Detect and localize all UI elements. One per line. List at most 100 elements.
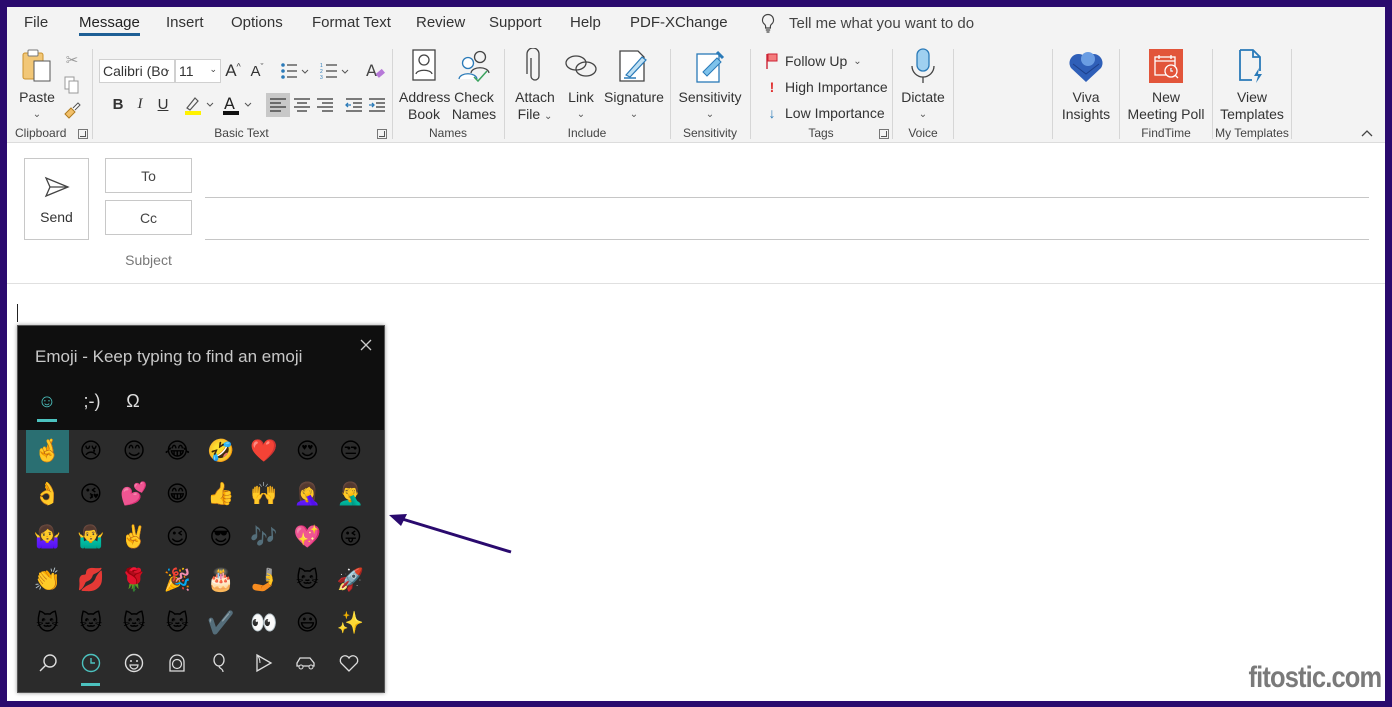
tab-message[interactable]: Message [79, 14, 140, 36]
underline-button[interactable]: U [154, 93, 172, 115]
high-importance-button[interactable]: ! High Importance [765, 79, 888, 95]
close-icon[interactable] [358, 337, 374, 353]
emoji-cell[interactable]: 😃 [286, 602, 329, 645]
viva-insights-button[interactable]: Viva Insights [1057, 47, 1115, 123]
emoji-cell[interactable]: 👀 [243, 602, 286, 645]
tab-review[interactable]: Review [416, 14, 465, 31]
align-center-button[interactable] [290, 93, 314, 117]
align-left-button[interactable] [266, 93, 290, 117]
tab-options[interactable]: Options [231, 14, 283, 31]
emoji-cell[interactable]: 🤦‍♀️ [286, 473, 329, 516]
view-templates-button[interactable]: View Templates [1217, 47, 1287, 123]
signature-button[interactable]: Signature ⌄ [603, 47, 665, 123]
shrink-font-button[interactable]: Aˇ [247, 59, 267, 83]
emoji-cell[interactable]: ✨ [329, 602, 372, 645]
to-input[interactable] [205, 163, 1369, 197]
tab-file[interactable]: File [24, 14, 48, 31]
cut-button[interactable]: ✂ [63, 51, 81, 69]
tab-symbols[interactable]: Ω [120, 388, 146, 414]
emoji-cell[interactable]: 👍 [199, 473, 242, 516]
address-book-button[interactable]: Address Book [399, 47, 450, 123]
decrease-indent-button[interactable] [342, 93, 366, 117]
italic-button[interactable]: I [131, 93, 149, 115]
tab-emoji[interactable]: ☺ [34, 388, 60, 422]
emoji-cell[interactable]: 🤷‍♀️ [26, 516, 69, 559]
tab-support[interactable]: Support [489, 14, 542, 31]
cc-button[interactable]: Cc [105, 200, 192, 235]
category-search[interactable] [26, 648, 69, 678]
emoji-cell[interactable]: 🎂 [199, 559, 242, 602]
check-names-button[interactable]: Check Names [451, 47, 497, 123]
emoji-cell[interactable]: 🐱 [113, 602, 156, 645]
send-button[interactable]: Send [24, 158, 89, 240]
emoji-cell[interactable]: 🎶 [243, 516, 286, 559]
format-painter-button[interactable] [62, 101, 82, 121]
grow-font-button[interactable]: A^ [223, 59, 243, 83]
numbering-button[interactable]: 123 [319, 59, 351, 83]
category-people[interactable] [155, 648, 198, 678]
attach-file-button[interactable]: Attach File ⌄ [511, 47, 559, 125]
tags-launcher-icon[interactable] [879, 129, 889, 139]
emoji-cell[interactable]: 😊 [113, 430, 156, 473]
emoji-cell[interactable]: 👌 [26, 473, 69, 516]
tab-help[interactable]: Help [570, 14, 601, 31]
font-size-dropdown[interactable]: 11 ⌄ [175, 59, 221, 83]
font-name-dropdown[interactable]: Calibri (Bo ⌄ [99, 59, 175, 83]
basic-text-launcher-icon[interactable] [377, 129, 387, 139]
bullets-button[interactable] [279, 59, 311, 83]
bold-button[interactable]: B [109, 93, 127, 115]
category-symbols[interactable] [327, 648, 370, 678]
increase-indent-button[interactable] [365, 93, 389, 117]
highlight-color-button[interactable] [183, 93, 217, 117]
category-travel[interactable] [284, 648, 327, 678]
to-button[interactable]: To [105, 158, 192, 193]
copy-button[interactable] [63, 76, 81, 94]
emoji-cell[interactable]: 😍 [286, 430, 329, 473]
emoji-cell[interactable]: 🌹 [113, 559, 156, 602]
category-smileys[interactable] [112, 648, 155, 678]
font-color-button[interactable]: A [221, 93, 255, 117]
tab-format-text[interactable]: Format Text [312, 14, 391, 31]
dictate-button[interactable]: Dictate ⌄ [898, 47, 948, 123]
emoji-cell[interactable]: 💕 [113, 473, 156, 516]
emoji-cell[interactable]: 😂 [156, 430, 199, 473]
follow-up-button[interactable]: Follow Up ⌄ [765, 53, 862, 69]
tab-kaomoji[interactable]: ;-) [76, 388, 108, 414]
category-recent[interactable] [69, 648, 112, 686]
collapse-ribbon-icon[interactable] [1361, 129, 1373, 137]
emoji-cell[interactable]: 😜 [329, 516, 372, 559]
emoji-cell[interactable]: 🚀 [329, 559, 372, 602]
emoji-cell[interactable]: ✌️ [113, 516, 156, 559]
new-meeting-poll-button[interactable]: New Meeting Poll [1124, 47, 1208, 123]
emoji-cell[interactable]: 🤞 [26, 430, 69, 473]
emoji-cell[interactable]: 💖 [286, 516, 329, 559]
emoji-cell[interactable]: ❤️ [243, 430, 286, 473]
clear-formatting-button[interactable]: A [365, 59, 387, 83]
tab-insert[interactable]: Insert [166, 14, 204, 31]
emoji-cell[interactable]: 😎 [199, 516, 242, 559]
category-food[interactable] [241, 648, 284, 678]
tab-pdf-xchange[interactable]: PDF-XChange [630, 14, 728, 31]
emoji-cell[interactable]: 😘 [69, 473, 112, 516]
emoji-cell[interactable]: 🤣 [199, 430, 242, 473]
emoji-cell[interactable]: 🤦‍♂️ [329, 473, 372, 516]
link-button[interactable]: Link ⌄ [561, 47, 601, 123]
emoji-cell[interactable]: 🐱 [156, 602, 199, 645]
emoji-cell[interactable]: 🤳 [243, 559, 286, 602]
emoji-cell[interactable]: 🐱 [26, 602, 69, 645]
emoji-cell[interactable]: 💋 [69, 559, 112, 602]
cc-input[interactable] [205, 205, 1369, 239]
emoji-cell[interactable]: 🐱 [286, 559, 329, 602]
sensitivity-button[interactable]: Sensitivity ⌄ [675, 47, 745, 123]
tell-me-search[interactable]: Tell me what you want to do [759, 13, 974, 33]
category-celebration[interactable] [198, 648, 241, 678]
subject-input[interactable] [205, 247, 1369, 275]
emoji-cell[interactable]: ✔️ [199, 602, 242, 645]
emoji-cell[interactable]: 🎉 [156, 559, 199, 602]
emoji-cell[interactable]: 😁 [156, 473, 199, 516]
low-importance-button[interactable]: ↓ Low Importance [765, 105, 885, 121]
emoji-cell[interactable]: 🤷‍♂️ [69, 516, 112, 559]
emoji-cell[interactable]: 😉 [156, 516, 199, 559]
align-right-button[interactable] [313, 93, 337, 117]
paste-button[interactable]: Paste ⌄ [15, 47, 59, 123]
